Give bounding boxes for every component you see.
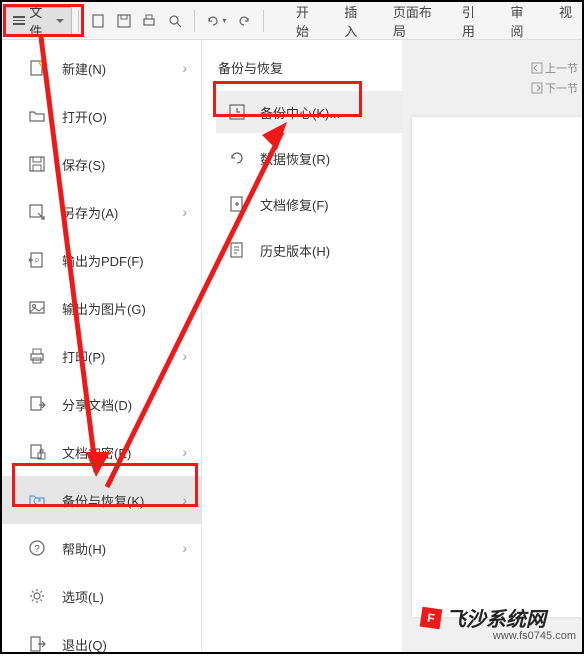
- lock-icon: [26, 441, 48, 463]
- svg-text:?: ?: [34, 544, 40, 555]
- redo-icon[interactable]: [233, 9, 255, 33]
- tab-view[interactable]: 视: [551, 0, 580, 44]
- menu-backup-restore[interactable]: 备份与恢复(K) ›: [2, 476, 201, 524]
- history-icon: [226, 239, 248, 261]
- menu-export-image[interactable]: 输出为图片(G): [2, 284, 201, 332]
- menu-item-label: 保存(S): [62, 155, 185, 174]
- undo-icon[interactable]: ▾: [202, 9, 229, 33]
- menu-item-label: 文档加密(E): [62, 443, 185, 462]
- menu-new[interactable]: 新建(N) ›: [2, 44, 201, 92]
- new-file-icon: [26, 57, 48, 79]
- toolbar-new-icon[interactable]: [87, 9, 109, 33]
- file-menu-button[interactable]: 文件: [4, 7, 72, 35]
- backup-icon: [26, 489, 48, 511]
- chevron-right-icon: ›: [182, 348, 187, 364]
- menu-export-pdf[interactable]: P 输出为PDF(F): [2, 236, 201, 284]
- menu-print[interactable]: 打印(P) ›: [2, 332, 201, 380]
- submenu-data-recover[interactable]: 数据恢复(R): [216, 137, 402, 179]
- backup-center-icon: [226, 101, 248, 123]
- submenu-backup-center[interactable]: 备份中心(K)...: [216, 91, 402, 133]
- menu-item-label: 分享文档(D): [62, 395, 185, 414]
- separator: [78, 10, 79, 32]
- gear-icon: [26, 585, 48, 607]
- pdf-icon: P: [26, 249, 48, 271]
- prev-section-icon: [531, 62, 543, 74]
- ribbon-tabs: 开始 插入 页面布局 引用 审阅 视: [288, 0, 580, 44]
- menu-item-label: 帮助(H): [62, 539, 185, 558]
- print-icon: [26, 345, 48, 367]
- watermark-url: www.fs0745.com: [493, 630, 576, 642]
- menu-item-label: 另存为(A): [62, 203, 185, 222]
- doc-repair-icon: [226, 193, 248, 215]
- toolbar-save-icon[interactable]: [113, 9, 135, 33]
- save-icon: [26, 153, 48, 175]
- file-menu-label: 文件: [29, 2, 52, 40]
- menu-share[interactable]: 分享文档(D): [2, 380, 201, 428]
- document-page: [412, 117, 582, 617]
- backup-submenu-panel: 备份与恢复 备份中心(K)... 数据恢复(R) 文档修复(F) 历史版本(H): [202, 40, 402, 275]
- menu-options[interactable]: 选项(L): [2, 572, 201, 620]
- exit-icon: [26, 633, 48, 655]
- toolbar-preview-icon[interactable]: [164, 9, 186, 33]
- submenu-title: 备份与恢复: [216, 58, 402, 77]
- tab-review[interactable]: 审阅: [502, 0, 539, 44]
- menu-item-label: 打印(P): [62, 347, 185, 366]
- top-toolbar: 文件 ▾ 开始 插入 页面布局 引用 审阅 视: [2, 2, 582, 40]
- tab-page-layout[interactable]: 页面布局: [385, 0, 442, 44]
- menu-item-label: 新建(N): [62, 59, 185, 78]
- menu-item-label: 选项(L): [62, 587, 185, 606]
- menu-encrypt[interactable]: 文档加密(E) ›: [2, 428, 201, 476]
- menu-exit[interactable]: 退出(Q): [2, 620, 201, 668]
- svg-text:P: P: [35, 259, 39, 265]
- watermark: F 飞沙系统网 www.fs0745.com: [421, 603, 576, 642]
- watermark-brand: 飞沙系统网: [446, 603, 546, 632]
- chevron-right-icon: ›: [182, 204, 187, 220]
- data-recover-icon: [226, 147, 248, 169]
- next-section-icon: [531, 82, 543, 94]
- help-icon: ?: [26, 537, 48, 559]
- toolbar-print-icon[interactable]: [138, 9, 160, 33]
- next-section-hint[interactable]: 下一节: [531, 80, 578, 96]
- chevron-right-icon: ›: [182, 492, 187, 508]
- prev-section-hint[interactable]: 上一节: [531, 60, 578, 76]
- menu-save[interactable]: 保存(S): [2, 140, 201, 188]
- chevron-right-icon: ›: [182, 540, 187, 556]
- menu-help[interactable]: ? 帮助(H) ›: [2, 524, 201, 572]
- submenu-history[interactable]: 历史版本(H): [216, 229, 402, 271]
- file-dropdown-menu: 新建(N) › 打开(O) 保存(S) 另存为(A) › P 输出为PDF(F)…: [2, 40, 202, 652]
- submenu-doc-repair[interactable]: 文档修复(F): [216, 183, 402, 225]
- saveas-icon: [26, 201, 48, 223]
- menu-item-label: 备份与恢复(K): [62, 491, 185, 510]
- tab-start[interactable]: 开始: [288, 0, 325, 44]
- submenu-item-label: 备份中心(K)...: [260, 103, 340, 122]
- watermark-logo-icon: F: [420, 606, 443, 629]
- menu-saveas[interactable]: 另存为(A) ›: [2, 188, 201, 236]
- menu-open[interactable]: 打开(O): [2, 92, 201, 140]
- menu-item-label: 打开(O): [62, 107, 185, 126]
- separator: [263, 10, 264, 32]
- image-export-icon: [26, 297, 48, 319]
- tab-insert[interactable]: 插入: [336, 0, 373, 44]
- menu-item-label: 输出为PDF(F): [62, 251, 185, 270]
- submenu-item-label: 数据恢复(R): [260, 149, 330, 168]
- open-folder-icon: [26, 105, 48, 127]
- tab-references[interactable]: 引用: [454, 0, 491, 44]
- chevron-right-icon: ›: [182, 444, 187, 460]
- hamburger-icon: [13, 16, 25, 25]
- chevron-right-icon: ›: [182, 60, 187, 76]
- menu-item-label: 输出为图片(G): [62, 299, 185, 318]
- submenu-item-label: 文档修复(F): [260, 195, 329, 214]
- submenu-item-label: 历史版本(H): [260, 241, 330, 260]
- separator: [194, 10, 195, 32]
- menu-item-label: 退出(Q): [62, 635, 185, 654]
- share-icon: [26, 393, 48, 415]
- chevron-down-icon: [56, 17, 63, 25]
